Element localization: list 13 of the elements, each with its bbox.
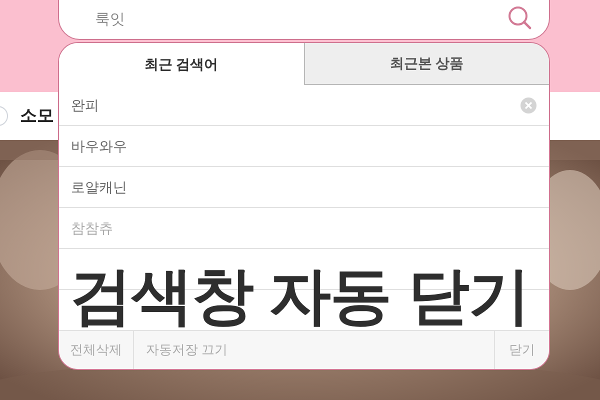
search-field[interactable]: 룩잇: [58, 0, 550, 40]
recent-search-item[interactable]: 참참츄: [71, 218, 537, 238]
tab[interactable]: 최근본 상품: [304, 43, 549, 85]
close-button[interactable]: 닫기: [494, 331, 549, 369]
recent-search-item[interactable]: 바우와우: [71, 136, 537, 156]
autosave-off-button[interactable]: 자동저장 끄기: [134, 331, 494, 369]
caption-text: 검색창 자동 닫기: [70, 266, 530, 328]
recent-search-item[interactable]: 완피: [71, 94, 520, 116]
search-icon[interactable]: [507, 5, 533, 31]
search-input[interactable]: 룩잇: [95, 8, 507, 31]
recent-search-item[interactable]: 로얄캐닌: [71, 176, 537, 198]
category-label: 소모: [20, 105, 54, 128]
delete-all-button[interactable]: 전체삭제: [59, 331, 134, 369]
